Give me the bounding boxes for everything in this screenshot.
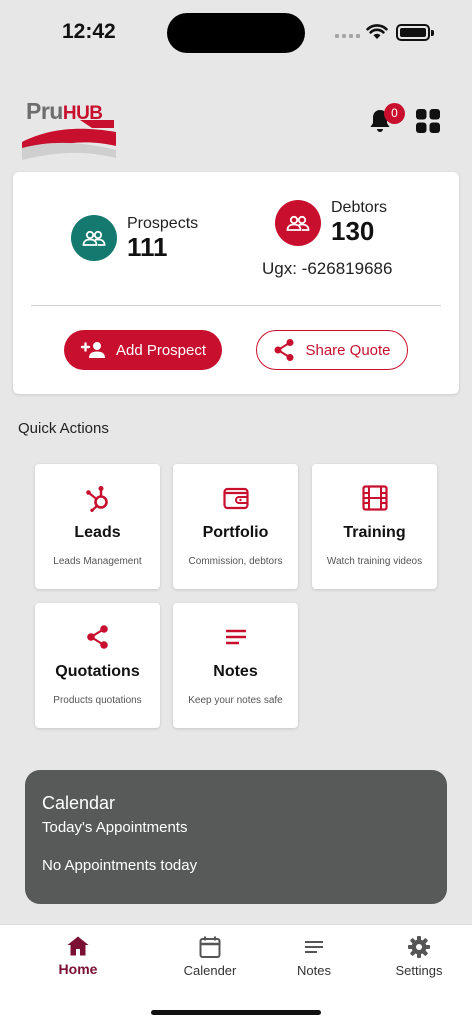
nav-home[interactable]: Home <box>33 935 123 977</box>
tile-title: Training <box>343 524 406 541</box>
calendar-subtitle: Today's Appointments <box>42 819 188 836</box>
share-icon <box>87 625 108 649</box>
nav-label: Home <box>58 961 98 977</box>
quick-action-training[interactable]: Training Watch training videos <box>312 464 437 589</box>
tile-title: Quotations <box>55 663 140 680</box>
quick-actions-title: Quick Actions <box>18 420 109 437</box>
notes-icon <box>226 629 246 645</box>
notification-count-badge: 0 <box>384 103 405 124</box>
prospects-count[interactable]: 111 <box>127 232 168 263</box>
nav-settings[interactable]: Settings <box>374 935 464 978</box>
tile-title: Portfolio <box>202 524 269 541</box>
tile-subtitle: Watch training videos <box>326 556 423 567</box>
bottom-nav: Home Calender Notes Settings <box>0 924 472 1024</box>
tile-subtitle: Leads Management <box>53 556 142 567</box>
summary-card: Prospects 111 Debtors 130 Ugx: -62681968… <box>13 172 459 394</box>
film-icon <box>362 485 388 511</box>
quick-action-leads[interactable]: Leads Leads Management <box>35 464 160 589</box>
notes-icon <box>305 941 323 953</box>
calendar-icon <box>199 936 221 958</box>
share-quote-label: Share Quote <box>305 341 391 359</box>
dynamic-island <box>167 13 305 53</box>
nav-calendar[interactable]: Calender <box>165 935 255 978</box>
tile-subtitle: Products quotations <box>53 695 142 706</box>
home-icon <box>67 936 89 956</box>
nav-label: Settings <box>395 963 443 978</box>
add-person-icon <box>80 342 105 358</box>
add-prospect-label: Add Prospect <box>115 341 207 359</box>
nav-label: Notes <box>297 963 331 978</box>
wallet-icon <box>223 487 249 510</box>
share-quote-button[interactable]: Share Quote <box>256 330 408 370</box>
gear-icon <box>408 936 430 958</box>
debtors-label: Debtors <box>331 199 388 216</box>
calendar-title: Calendar <box>42 793 116 813</box>
cellular-signal-icon <box>335 34 360 38</box>
wifi-icon <box>366 24 388 39</box>
tile-subtitle: Keep your notes safe <box>188 695 283 706</box>
nav-notes[interactable]: Notes <box>269 935 359 978</box>
tile-title: Leads <box>74 524 121 541</box>
quick-action-quotations[interactable]: Quotations Products quotations <box>35 603 160 728</box>
status-time: 12:42 <box>62 20 116 43</box>
debtors-group-icon <box>275 200 321 246</box>
calendar-card[interactable]: Calendar Today's Appointments No Appoint… <box>25 770 447 904</box>
prospects-group-icon <box>71 215 117 261</box>
apps-grid-icon[interactable] <box>415 108 441 134</box>
prospects-label: Prospects <box>127 215 199 232</box>
calendar-empty-message: No Appointments today <box>42 857 198 874</box>
battery-icon <box>396 24 430 41</box>
quick-action-portfolio[interactable]: Portfolio Commission, debtors <box>173 464 298 589</box>
debtors-balance: Ugx: -626819686 <box>262 259 393 278</box>
divider <box>31 305 441 306</box>
hubspot-icon <box>86 486 108 512</box>
share-icon <box>274 339 294 361</box>
tile-title: Notes <box>213 663 258 680</box>
add-prospect-button[interactable]: Add Prospect <box>64 330 222 370</box>
home-indicator <box>151 1010 321 1015</box>
debtors-count[interactable]: 130 <box>331 216 374 247</box>
status-bar: 12:42 <box>0 0 472 64</box>
pruhub-logo: PruHUB <box>20 96 118 162</box>
quick-action-notes[interactable]: Notes Keep your notes safe <box>173 603 298 728</box>
tile-subtitle: Commission, debtors <box>188 556 283 567</box>
nav-label: Calender <box>183 963 237 978</box>
